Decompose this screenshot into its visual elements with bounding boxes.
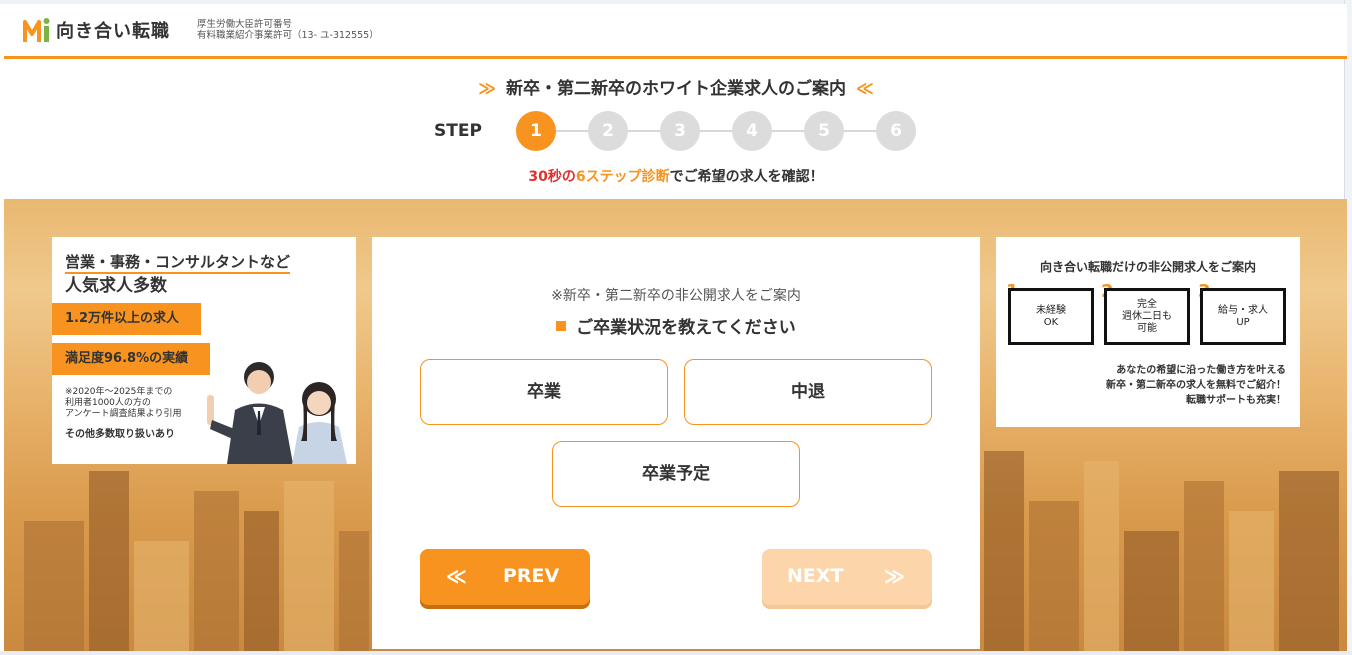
double-chevron-right-icon: ≫ — [884, 564, 905, 588]
step-2: 2 — [588, 111, 628, 151]
business-people-illustration — [207, 362, 347, 464]
next-button-label: NEXT — [787, 565, 844, 587]
next-button[interactable]: NEXT ≫ — [762, 549, 932, 605]
promo-title-line-2: 人気求人多数 — [65, 276, 167, 296]
option-graduated-button[interactable]: 卒業 — [420, 359, 668, 425]
feature-text-3: 給与・求人 UP — [1218, 304, 1268, 328]
step-6: 6 — [876, 111, 916, 151]
feature-box-2: 完全 週休二日も 可能 — [1104, 288, 1190, 345]
question-heading: ご卒業状況を教えてください — [372, 313, 980, 338]
step-3: 3 — [660, 111, 700, 151]
promo-card-right: 向き合い転職だけの非公開求人をご案内 1 未経験 OK 2 完全 週休二日も 可… — [996, 237, 1300, 427]
step-label: STEP — [434, 121, 482, 141]
tagline-red: 30秒の — [528, 169, 576, 185]
support-description: あなたの希望に沿った働き方を叶える 新卒・第二新卒の求人を無料でご紹介！ 転職サ… — [1106, 363, 1286, 408]
survey-note-line-1: ※2020年～2025年までの — [65, 387, 173, 397]
option-dropped-out-button[interactable]: 中退 — [684, 359, 932, 425]
tagline-rest: でご希望の求人を確認！ — [669, 169, 824, 185]
bottom-edge — [0, 651, 1352, 655]
question-card: ※新卒・第二新卒の非公開求人をご案内 ご卒業状況を教えてください 卒業 中退 卒… — [372, 237, 980, 649]
survey-note-line-2: 利用者1000人の方の — [65, 398, 151, 408]
logo-mark-icon — [23, 18, 50, 42]
site-header: 向き合い転職 厚生労働大臣許可番号 有料職業紹介事業許可（13- ユ-31255… — [4, 4, 1347, 59]
support-line-3: 転職サポートも充実！ — [1186, 395, 1286, 406]
step-5: 5 — [804, 111, 844, 151]
survey-note-line-3: アンケート調査結果より引用 — [65, 409, 182, 419]
prev-button-label: PREV — [503, 565, 560, 587]
question-subtext: ※新卒・第二新卒の非公開求人をご案内 — [551, 288, 801, 304]
question-text: ご卒業状況を教えてください — [576, 318, 796, 338]
double-chevron-left-icon: ≪ — [856, 79, 874, 99]
feature-box-1: 未経験 OK — [1008, 288, 1094, 345]
double-chevron-right-icon: ≫ — [478, 79, 496, 99]
license-line-1: 厚生労働大臣許可番号 — [197, 19, 293, 30]
promo-title-line-1: 営業・事務・コンサルタントなど — [65, 253, 291, 274]
support-line-1: あなたの希望に沿った働き方を叶える — [1116, 365, 1286, 376]
promo-title: 営業・事務・コンサルタントなど 人気求人多数 — [65, 250, 291, 298]
page-title-text: 新卒・第二新卒のホワイト企業求人のご案内 — [506, 79, 846, 99]
exclusive-jobs-title: 向き合い転職だけの非公開求人をご案内 — [1039, 260, 1256, 274]
page-title: ≫ 新卒・第二新卒のホワイト企業求人のご案内 ≪ — [0, 74, 1352, 99]
badge-satisfaction: 満足度96.8%の実績 — [52, 343, 210, 375]
feature-box-3: 給与・求人 UP — [1200, 288, 1286, 345]
option-expected-graduation-button[interactable]: 卒業予定 — [552, 441, 800, 507]
survey-note: ※2020年～2025年までの 利用者1000人の方の アンケート調査結果より引… — [65, 387, 181, 420]
logo-text: 向き合い転職 — [56, 21, 170, 42]
step-1: 1 — [516, 111, 556, 151]
feature-text-1: 未経験 OK — [1036, 304, 1066, 328]
tagline-orange: 6ステップ診断 — [575, 169, 670, 185]
prev-button[interactable]: ≪ PREV — [420, 549, 590, 605]
feature-text-2: 完全 週休二日も 可能 — [1122, 298, 1172, 334]
diagnosis-tagline: 30秒の6ステップ診断でご希望の求人を確認！ — [0, 166, 1352, 186]
square-bullet-icon — [556, 321, 567, 331]
license-line-2: 有料職業紹介事業許可（13- ユ-312555） — [197, 30, 379, 41]
promo-card-left: 営業・事務・コンサルタントなど 人気求人多数 1.2万件以上の求人 満足度96.… — [52, 237, 356, 464]
license-info: 厚生労働大臣許可番号 有料職業紹介事業許可（13- ユ-312555） — [197, 19, 379, 41]
more-jobs-text: その他多数取り扱いあり — [65, 429, 175, 440]
badge-job-count: 1.2万件以上の求人 — [52, 303, 201, 335]
step-4: 4 — [732, 111, 772, 151]
double-chevron-left-icon: ≪ — [446, 564, 467, 588]
support-line-2: 新卒・第二新卒の求人を無料でご紹介！ — [1106, 380, 1286, 391]
logo[interactable]: 向き合い転職 — [22, 16, 170, 44]
